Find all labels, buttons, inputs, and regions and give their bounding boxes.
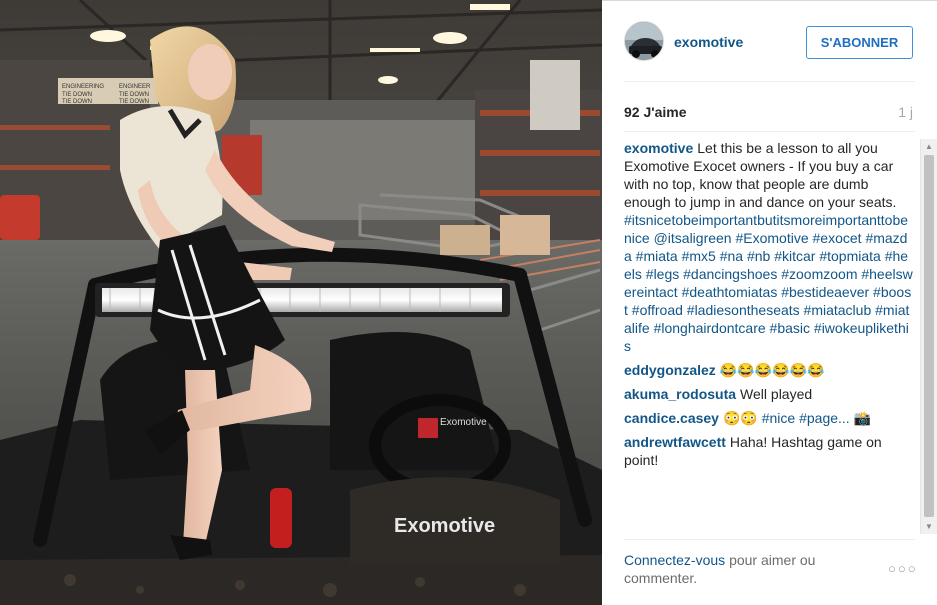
comment-item: akuma_rodosuta Well played [624, 385, 915, 403]
post-timestamp[interactable]: 1 j [898, 104, 913, 120]
divider [624, 81, 915, 82]
car-avatar-icon [625, 22, 663, 60]
post-author-username[interactable]: exomotive [674, 34, 743, 50]
likes-row: 92 J'aime 1 j [624, 102, 915, 122]
avatar[interactable] [624, 21, 664, 61]
login-prompt: Connectez-vous pour aimer ou commenter. [624, 551, 854, 587]
car-brand-text: Exomotive [394, 515, 495, 537]
sign-text: TIE DOWN [119, 92, 149, 98]
comment-item: eddygonzalez 😂😂😂😂😂😂 [624, 361, 915, 379]
comment-text: Well played [740, 386, 813, 402]
comments-list[interactable]: exomotive Let this be a lesson to all you… [624, 139, 915, 534]
follow-button[interactable]: S'ABONNER [806, 26, 913, 59]
post-photo[interactable]: ENGINEERING TIE DOWN TIE DOWN ENGINEER T… [0, 0, 602, 605]
comment-username[interactable]: eddygonzalez [624, 362, 716, 378]
comment-item: andrewtfawcett Haha! Hashtag game on poin… [624, 433, 915, 469]
caption: exomotive Let this be a lesson to all you… [624, 139, 915, 355]
sign-text: ENGINEERING [62, 84, 104, 90]
login-link[interactable]: Connectez-vous [624, 552, 725, 568]
caption-hashtags[interactable]: #itsnicetobeimportantbutitsmoreimportant… [624, 211, 915, 355]
sign-text: TIE DOWN [119, 99, 149, 105]
comment-text[interactable]: 😳😳 #nice #page... 📸 [723, 410, 871, 426]
sign-text: ENGINEER [119, 84, 151, 90]
comment-item: candice.casey 😳😳 #nice #page... 📸 [624, 409, 915, 427]
scroll-down-arrow-icon[interactable]: ▼ [921, 519, 937, 534]
post-image: ENGINEERING TIE DOWN TIE DOWN ENGINEER T… [0, 0, 602, 605]
steering-brand: Exomotive [440, 417, 487, 428]
comment-username[interactable]: andrewtfawcett [624, 434, 726, 450]
comments-scrollbar[interactable]: ▲ ▼ [920, 139, 937, 534]
divider [624, 539, 915, 540]
comment-username[interactable]: akuma_rodosuta [624, 386, 736, 402]
caption-username[interactable]: exomotive [624, 140, 693, 156]
post-sidebar: exomotive S'ABONNER 92 J'aime 1 j exomot… [602, 0, 937, 605]
comment-text: 😂😂😂😂😂😂 [719, 362, 825, 378]
likes-count[interactable]: 92 J'aime [624, 104, 687, 120]
post-header: exomotive S'ABONNER [602, 1, 937, 82]
scrollbar-thumb[interactable] [924, 155, 934, 517]
sign-text: TIE DOWN [62, 92, 92, 98]
sign-text: TIE DOWN [62, 99, 92, 105]
comment-username[interactable]: candice.casey [624, 410, 719, 426]
divider [624, 131, 915, 132]
scroll-up-arrow-icon[interactable]: ▲ [921, 139, 937, 154]
ellipsis-icon[interactable]: ○○○ [888, 561, 918, 576]
